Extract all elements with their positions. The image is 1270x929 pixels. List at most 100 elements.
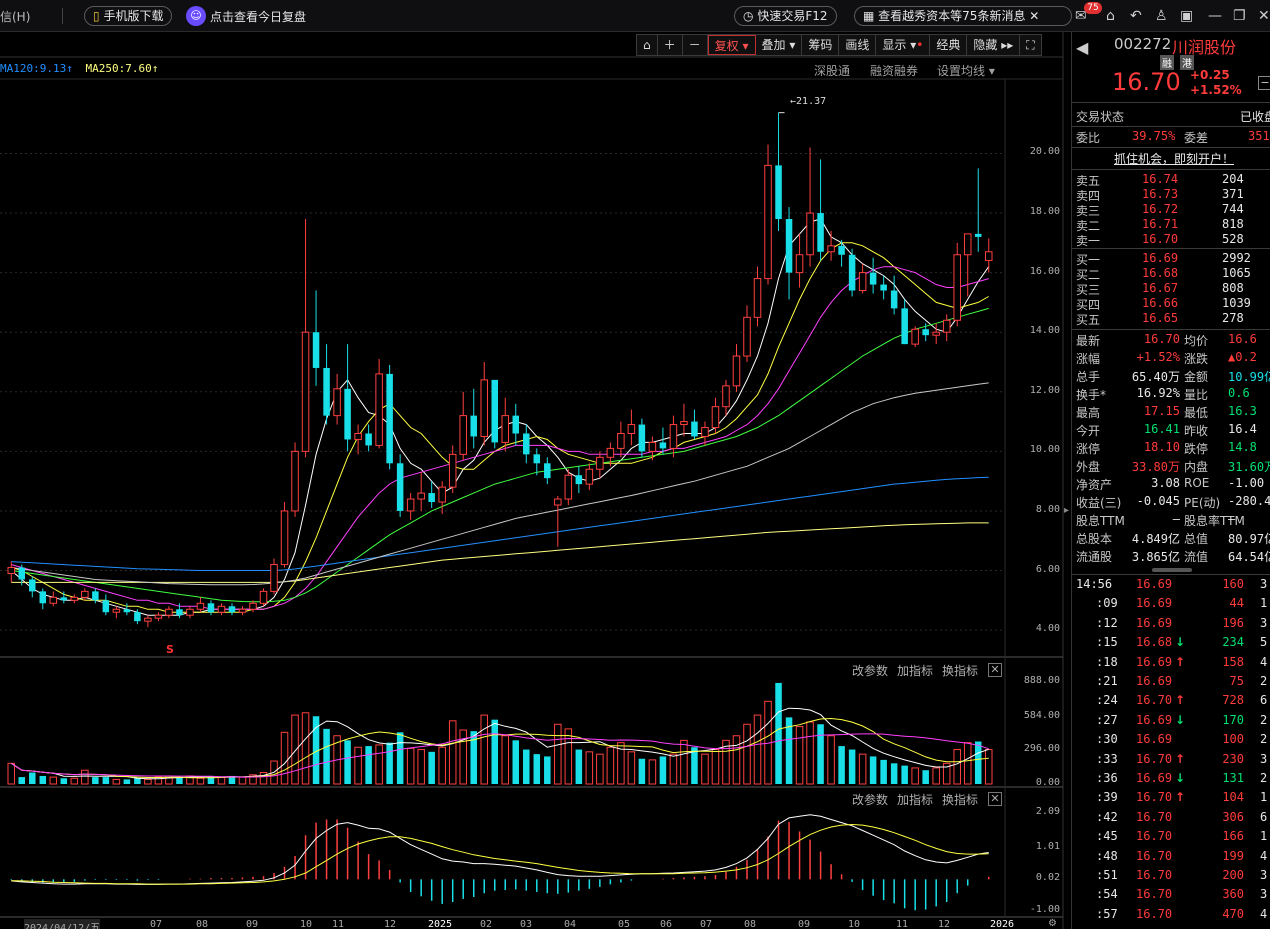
tick-volume: 360 (1222, 887, 1244, 902)
collapse-left-icon[interactable]: ◀ (1076, 38, 1088, 57)
candle-body (123, 609, 131, 613)
candle-body (134, 612, 141, 622)
macd-tick-label: -1.00 (1029, 903, 1060, 915)
tick-count: 2 (1260, 732, 1268, 747)
stat-label: 跌停 (1184, 442, 1209, 456)
divider (1072, 329, 1270, 330)
review-link[interactable]: 点击查看今日复盘 (210, 8, 306, 25)
restore-icon[interactable]: ❐ (1233, 8, 1246, 24)
tick-time: :33 (1096, 751, 1118, 766)
candle-body (396, 463, 404, 511)
stat-label: 收益(三) (1076, 496, 1122, 510)
macd-add-indicator[interactable]: 加指标 (897, 791, 933, 808)
candle-body (617, 432, 625, 449)
stat-value: 16.92% (1136, 386, 1180, 400)
volume-bar (869, 756, 877, 784)
volume-bar (344, 740, 351, 784)
volume-bar (512, 740, 520, 784)
back-icon[interactable]: ↶ (1130, 8, 1142, 24)
bid-volume: 278 (1222, 311, 1244, 325)
candle-body (827, 245, 835, 253)
candle-body (753, 278, 762, 318)
tick-price: 16.70 (1136, 848, 1173, 863)
volume-bar (648, 759, 657, 785)
close-icon[interactable]: ✕ (1029, 9, 1039, 23)
macd-close-icon[interactable]: ✕ (988, 792, 1002, 806)
volume-bar (775, 682, 782, 784)
stat-value: 65.40万 (1131, 370, 1180, 384)
tick-count: 3 (1260, 751, 1268, 766)
news-label: 查看越秀资本等75条新消息 (878, 9, 1026, 23)
vol-close-icon[interactable]: ✕ (988, 663, 1002, 677)
candle-body (386, 373, 393, 464)
volume-bar (890, 763, 898, 784)
mobile-download-button[interactable]: ▯ 手机版下载 (84, 6, 173, 26)
minus-icon[interactable]: − (1258, 76, 1270, 90)
macd-edit-params[interactable]: 改参数 (852, 791, 888, 808)
wc-value: 351 (1248, 129, 1270, 143)
candle-body (669, 424, 678, 449)
volume-bar (323, 728, 330, 784)
menu-info[interactable]: 信(H) (0, 8, 30, 25)
vol-edit-params[interactable]: 改参数 (852, 662, 888, 679)
tick-price: 16.69 (1136, 674, 1173, 688)
tick-price: 16.70 (1136, 693, 1173, 708)
layout-icon[interactable]: ▣ (1180, 8, 1193, 24)
volume-bar (259, 772, 268, 785)
volume-bar (18, 777, 26, 784)
open-account-link[interactable]: 抓住机会，即刻开户！ (1114, 150, 1234, 168)
tick-price: 16.70 (1136, 887, 1173, 902)
candle-body (533, 454, 541, 464)
candle-body (795, 254, 804, 274)
stat-value: 3.08 (1151, 476, 1180, 490)
volume-bar (922, 770, 929, 784)
quote-panel: ◀ 002272 川润股份 融 港 16.70 +0.25 +1.52% − 交… (1071, 32, 1270, 929)
candle-body (18, 567, 26, 580)
axis-settings-icon[interactable]: ⚙ (1048, 918, 1057, 929)
tick-price: 16.70 (1136, 790, 1173, 805)
volume-bar (544, 756, 551, 784)
volume-bar (102, 777, 110, 784)
macd-switch-indicator[interactable]: 换指标 (942, 791, 978, 808)
candle-body (196, 602, 205, 610)
volume-bar (564, 728, 573, 785)
close-window-icon[interactable]: ✕ (1258, 8, 1270, 24)
time-tick-label: 08 (196, 919, 209, 929)
candle-body (217, 605, 226, 613)
stat-value: 3.865亿 (1131, 550, 1180, 564)
tick-count: 4 (1260, 906, 1268, 921)
home-icon[interactable]: ⌂ (1106, 8, 1115, 24)
minimize-icon[interactable]: — (1208, 8, 1222, 24)
stat-value: — (1172, 512, 1180, 526)
candle-body (60, 597, 68, 601)
volume-bar (669, 753, 678, 785)
candle-body (984, 251, 993, 261)
candle-body (365, 433, 372, 446)
candle-body (176, 609, 183, 616)
shirt-icon[interactable]: ♙ (1155, 8, 1168, 24)
tick-time: :36 (1096, 771, 1118, 785)
vol-add-indicator[interactable]: 加指标 (897, 662, 933, 679)
quick-trade-button[interactable]: ◷ 快速交易F12 (734, 6, 837, 26)
candle-body (417, 492, 425, 500)
candle-body (627, 424, 636, 434)
candle-body (480, 379, 488, 437)
stat-value: 16.6 (1228, 332, 1257, 346)
tick-time: 14:56 (1076, 577, 1113, 591)
candle-body (606, 447, 615, 458)
tick-price: 16.70 (1136, 906, 1173, 921)
tick-volume: 75 (1229, 674, 1244, 688)
wc-label: 委差 (1184, 131, 1209, 145)
candle-body (112, 608, 121, 613)
candle-body (806, 212, 814, 256)
panel-toggle-icon[interactable]: ▸ (1064, 505, 1069, 516)
vol-switch-indicator[interactable]: 换指标 (942, 662, 978, 679)
news-button[interactable]: ▦ 查看越秀资本等75条新消息 ✕ (854, 6, 1072, 26)
tick-count: 4 (1260, 654, 1268, 669)
time-tick-label: 06 (660, 919, 673, 929)
arrow-up-icon: ↑ (1175, 751, 1186, 766)
scroll-handle[interactable] (1152, 568, 1192, 572)
robot-icon: ☺ (186, 6, 206, 26)
tick-price: 16.69 (1136, 771, 1173, 785)
tick-price: 16.69 (1136, 615, 1173, 630)
